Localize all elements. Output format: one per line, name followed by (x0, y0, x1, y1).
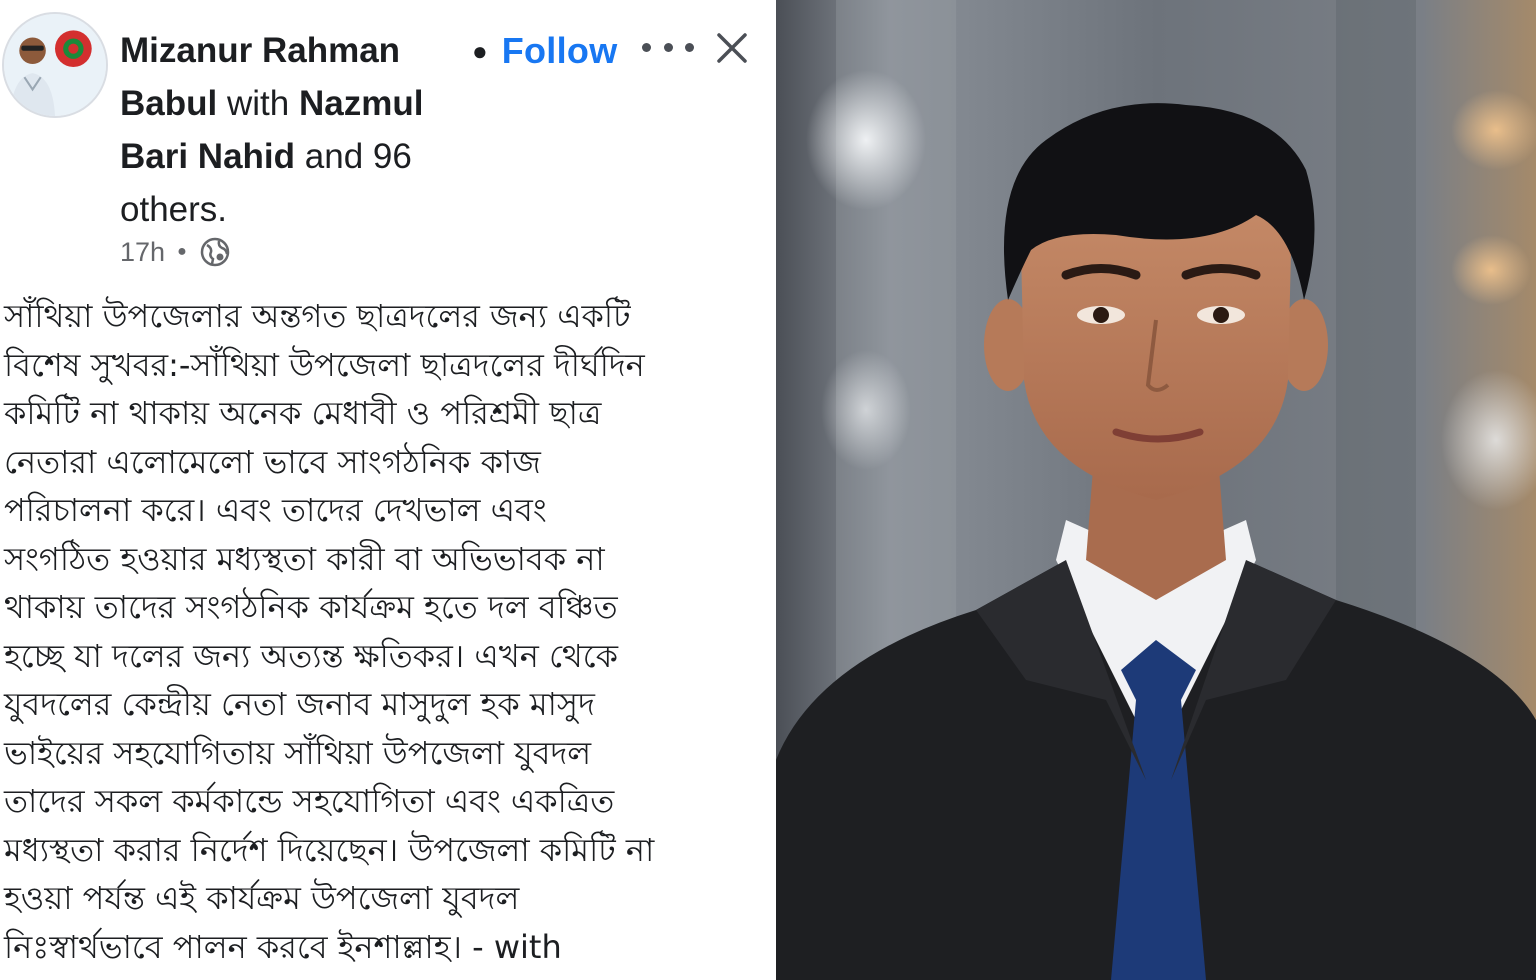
post-body-line: মধ্যস্থতা করার নির্দেশ দিয়েছেন। উপজেলা … (4, 830, 655, 869)
post-time[interactable]: 17h (120, 237, 165, 268)
post-body-line: নেতারা এলোমেলো ভাবে সাংগঠনিক কাজ (4, 442, 541, 481)
more-options-icon[interactable] (642, 30, 694, 64)
author-name-cont[interactable]: Babul (120, 84, 217, 123)
author-avatar[interactable] (2, 12, 108, 118)
facebook-post: Mizanur Rahman Babul with Nazmul Bari Na… (0, 0, 774, 980)
post-body: সাঁথিয়া উপজেলার অন্তগত ছাত্রদলের জন্য এ… (4, 292, 770, 971)
globe-icon[interactable] (199, 236, 231, 268)
post-body-line: থাকায় তাদের সংগঠনিক কার্যক্রম হতে দল বঞ… (4, 588, 618, 626)
post-body-line: বিশেষ সুখবর:-সাঁথিয়া উপজেলা ছাত্রদলের দ… (4, 345, 645, 384)
post-body-line: নিঃস্বার্থভাবে পালন করবে ইনশাল্লাহ। - wi… (4, 927, 562, 966)
and-others-text[interactable]: and 96 (305, 137, 412, 176)
post-body-line: কমিটি না থাকায় অনেক মেধাবী ও পরিশ্রমী ছ… (4, 394, 602, 432)
post-author-line: Mizanur Rahman Babul with Nazmul Bari Na… (120, 24, 470, 236)
avatar-image (4, 14, 106, 116)
post-meta: 17h ● (120, 236, 231, 268)
follow-button[interactable]: Follow (502, 30, 618, 72)
post-body-line: সংগঠিত হওয়ার মধ্যস্থতা কারী বা অভিভাবক … (4, 539, 605, 578)
post-body-line: ভাইয়ের সহযোগিতায় সাঁথিয়া উপজেলা যুবদল (4, 733, 592, 772)
close-icon[interactable] (712, 28, 752, 68)
author-name[interactable]: Mizanur Rahman (120, 31, 400, 70)
portrait-image (776, 0, 1536, 980)
separator-dot: ● (472, 35, 488, 66)
post-body-line: যুবদলের কেন্দ্রীয় নেতা জনাব মাসুদুল হক … (4, 685, 595, 723)
post-body-line: পরিচালনা করে। এবং তাদের দেখভাল এবং (4, 491, 547, 529)
portrait-photo[interactable] (776, 0, 1536, 980)
tagged-name[interactable]: Nazmul (299, 84, 423, 123)
post-body-line: হচ্ছে যা দলের জন্য অত্যন্ত ক্ষতিকর। এখন … (4, 636, 618, 675)
follow-area: ● Follow (472, 26, 618, 76)
with-word: with (226, 84, 290, 123)
post-body-line: হওয়া পর্যন্ত এই কার্যক্রম উপজেলা যুবদল (4, 879, 520, 917)
post-body-line: তাদের সকল কর্মকান্ডে সহযোগিতা এবং একত্রি… (4, 782, 615, 820)
meta-separator: ● (177, 243, 187, 260)
others-text[interactable]: others. (120, 190, 227, 229)
post-body-line: সাঁথিয়া উপজেলার অন্তগত ছাত্রদলের জন্য এ… (4, 297, 631, 335)
tagged-name-cont[interactable]: Bari Nahid (120, 137, 295, 176)
